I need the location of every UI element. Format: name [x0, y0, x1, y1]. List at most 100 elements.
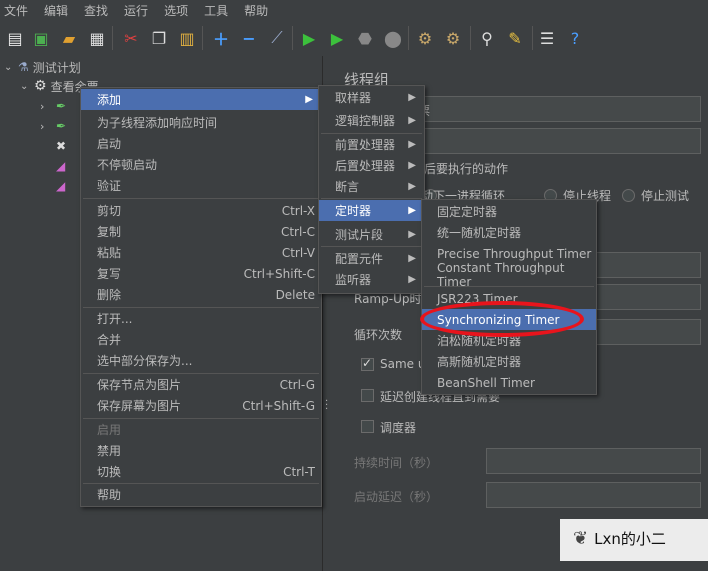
timer-item-gaussian-random-timer[interactable]: 高斯随机定时器: [422, 351, 596, 372]
tree-node-listener-2[interactable]: ◢: [56, 177, 65, 195]
menu-item-start[interactable]: 启动: [81, 133, 321, 154]
timer-item-poisson-random-timer[interactable]: 泊松随机定时器: [422, 330, 596, 351]
comments-field[interactable]: [411, 128, 701, 154]
timer-submenu: 固定定时器 统一随机定时器 Precise Throughput Timer C…: [421, 199, 597, 395]
action-after-error-label: 后要执行的动作: [424, 162, 509, 176]
menu-item-save-node-as-image[interactable]: 保存节点为图片 Ctrl-G: [81, 374, 321, 395]
menu-item-add[interactable]: 添加 ▶: [81, 89, 321, 110]
menu-item-merge[interactable]: 合并: [81, 329, 321, 350]
menu-item-copy[interactable]: 复制 Ctrl-C: [81, 221, 321, 242]
start-no-pause-icon[interactable]: ▶: [326, 27, 348, 49]
menu-search[interactable]: 查找: [80, 2, 114, 19]
menu-item-add-think-times[interactable]: 为子线程添加响应时间: [81, 112, 321, 133]
timer-item-jsr223-timer[interactable]: JSR223 Timer: [422, 288, 596, 309]
flask-icon: ⚗: [18, 60, 29, 74]
menu-item-help[interactable]: 帮助: [81, 484, 321, 505]
shutdown-icon[interactable]: ⬤: [382, 27, 404, 49]
submenu-item-pre-processor[interactable]: 前置处理器 ▶: [319, 134, 424, 155]
chevron-down-icon[interactable]: ⌄: [4, 62, 18, 73]
stop-icon[interactable]: ⬣: [354, 27, 376, 49]
chevron-right-icon: ▶: [408, 229, 416, 240]
menu-item-open[interactable]: 打开...: [81, 308, 321, 329]
chevron-right-icon: ▶: [408, 274, 416, 285]
submenu-item-test-fragment[interactable]: 测试片段 ▶: [319, 224, 424, 245]
duration-label: 持续时间（秒）: [354, 456, 439, 470]
chevron-down-icon[interactable]: ⌄: [20, 81, 34, 92]
help-icon[interactable]: ?: [564, 27, 586, 49]
menu-item-save-selection-as[interactable]: 选中部分保存为...: [81, 350, 321, 371]
chart-icon: ◢: [56, 159, 66, 173]
tree-node-test-plan[interactable]: ⌄ ⚗ 测试计划: [4, 58, 81, 76]
chevron-right-icon: ▶: [408, 139, 416, 150]
menu-help[interactable]: 帮助: [240, 2, 274, 19]
chevron-right-icon: ▶: [408, 160, 416, 171]
chevron-right-icon[interactable]: ›: [40, 120, 56, 133]
menu-tools[interactable]: 工具: [200, 2, 234, 19]
search-icon[interactable]: ⚲: [476, 27, 498, 49]
menu-item-validate[interactable]: 验证: [81, 175, 321, 196]
tree-node-sampler-2[interactable]: › ✒: [40, 117, 66, 135]
submenu-item-post-processor[interactable]: 后置处理器 ▶: [319, 155, 424, 176]
wechat-icon: ❦: [573, 528, 589, 549]
tree-node-config[interactable]: ✖: [56, 137, 66, 155]
thread-count-field[interactable]: [596, 252, 701, 278]
timer-item-constant-timer[interactable]: 固定定时器: [422, 201, 596, 222]
scheduler-checkbox[interactable]: [361, 420, 374, 433]
delay-thread-creation-checkbox[interactable]: [361, 389, 374, 402]
menu-options[interactable]: 选项: [160, 2, 194, 19]
new-icon[interactable]: ▤: [4, 27, 26, 49]
menu-run[interactable]: 运行: [120, 2, 154, 19]
menu-bar: 文件 编辑 查找 运行 选项 工具 帮助: [0, 0, 708, 20]
submenu-item-listener[interactable]: 监听器 ▶: [319, 269, 424, 290]
menu-file[interactable]: 文件: [0, 2, 34, 19]
duration-field[interactable]: [486, 448, 701, 474]
rampup-field[interactable]: [596, 284, 701, 310]
same-user-checkbox[interactable]: ✓: [361, 356, 374, 371]
checkmark-icon: ✓: [362, 356, 373, 370]
submenu-item-timer[interactable]: 定时器 ▶: [319, 200, 424, 221]
submenu-item-assertion[interactable]: 断言 ▶: [319, 176, 424, 197]
submenu-item-config-element[interactable]: 配置元件 ▶: [319, 248, 424, 269]
loop-count-field[interactable]: [596, 319, 701, 345]
function-helper-icon[interactable]: ☰: [536, 27, 558, 49]
loop-count-label: 循环次数: [354, 328, 403, 342]
menu-item-save-screen-as-image[interactable]: 保存屏幕为图片 Ctrl+Shift-G: [81, 395, 321, 416]
expand-icon[interactable]: ＋: [210, 27, 232, 49]
clear-all-icon[interactable]: ⚙: [442, 27, 464, 49]
startup-delay-label: 启动延迟（秒）: [354, 490, 439, 504]
pipette-icon: ✒: [56, 119, 67, 133]
paste-icon[interactable]: ▥: [176, 27, 198, 49]
context-menu: 添加 ▶ 为子线程添加响应时间 启动 不停顿启动 验证 剪切 Ctrl-X 复制 Ct…: [80, 87, 322, 507]
copy-icon[interactable]: ❐: [148, 27, 170, 49]
timer-item-synchronizing-timer[interactable]: Synchronizing Timer: [422, 309, 596, 330]
templates-icon[interactable]: ▣: [30, 27, 52, 49]
timer-item-uniform-random-timer[interactable]: 统一随机定时器: [422, 222, 596, 243]
chevron-right-icon[interactable]: ›: [40, 100, 56, 113]
menu-item-start-no-pause[interactable]: 不停顿启动: [81, 154, 321, 175]
cut-icon[interactable]: ✂: [120, 27, 142, 49]
timer-item-constant-throughput-timer[interactable]: Constant Throughput Timer: [422, 261, 596, 289]
save-icon[interactable]: ▦: [86, 27, 108, 49]
startup-delay-field[interactable]: [486, 482, 701, 508]
menu-item-cut[interactable]: 剪切 Ctrl-X: [81, 200, 321, 221]
toggle-icon[interactable]: ⟋: [266, 27, 288, 49]
name-field[interactable]: 票: [411, 96, 701, 122]
submenu-item-sampler[interactable]: 取样器 ▶: [319, 87, 424, 108]
menu-edit[interactable]: 编辑: [40, 2, 74, 19]
menu-item-duplicate[interactable]: 复写 Ctrl+Shift-C: [81, 263, 321, 284]
menu-item-toggle[interactable]: 切换 Ctrl-T: [81, 461, 321, 482]
reset-search-icon[interactable]: ✎: [504, 27, 526, 49]
collapse-icon[interactable]: −: [238, 27, 260, 49]
menu-item-delete[interactable]: 删除 Delete: [81, 284, 321, 305]
menu-item-paste[interactable]: 粘贴 Ctrl-V: [81, 242, 321, 263]
chevron-right-icon: ▶: [408, 92, 416, 103]
tree-node-listener-1[interactable]: ◢: [56, 157, 65, 175]
open-icon[interactable]: ▰: [58, 27, 80, 49]
clear-icon[interactable]: ⚙: [414, 27, 436, 49]
submenu-item-logic-controller[interactable]: 逻辑控制器 ▶: [319, 110, 424, 131]
menu-item-disable[interactable]: 禁用: [81, 440, 321, 461]
start-icon[interactable]: ▶: [298, 27, 320, 49]
radio-stop-test[interactable]: [622, 189, 635, 202]
tree-node-sampler-1[interactable]: › ✒: [40, 97, 66, 115]
timer-item-beanshell-timer[interactable]: BeanShell Timer: [422, 372, 596, 393]
